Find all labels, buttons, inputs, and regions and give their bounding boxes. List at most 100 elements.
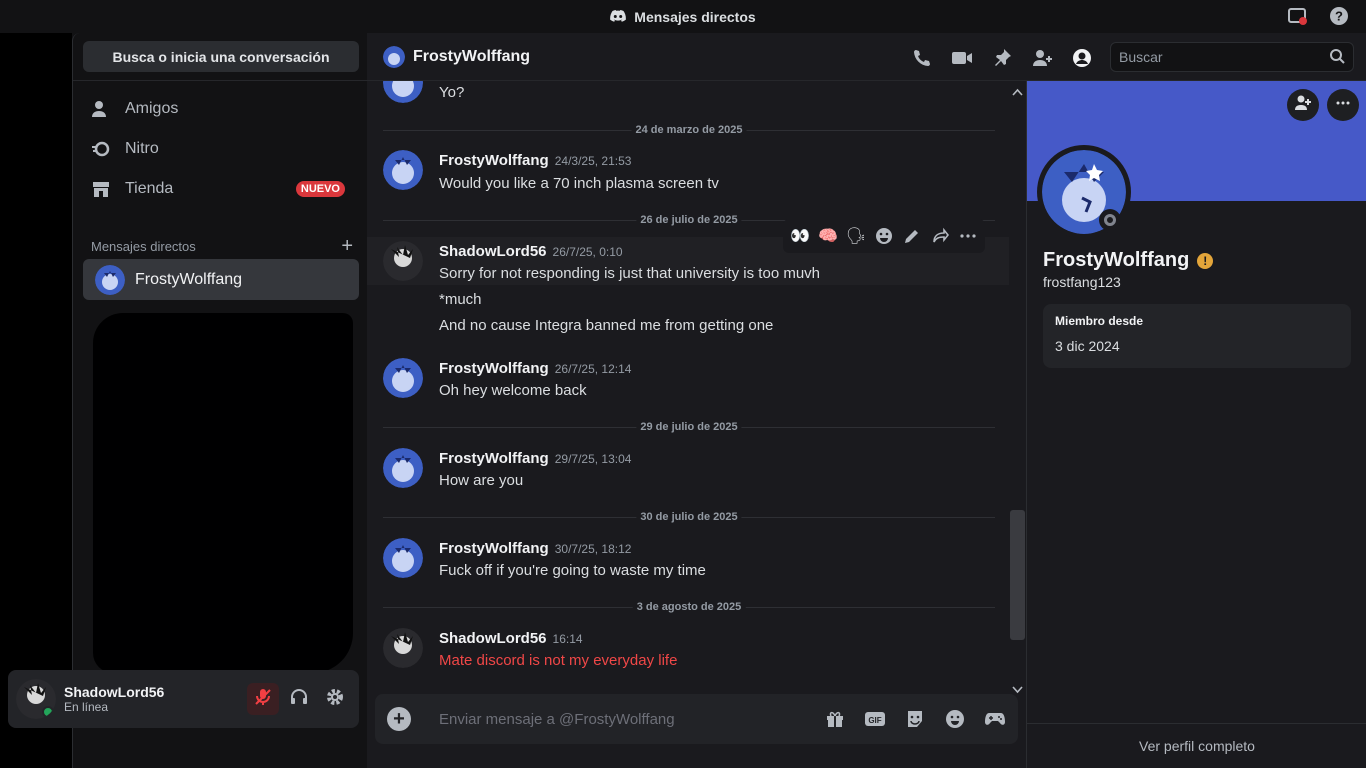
- sticker-icon[interactable]: [904, 708, 926, 730]
- forward-icon[interactable]: [929, 225, 951, 247]
- add-friend-button[interactable]: [1287, 89, 1319, 121]
- sidebar-item-label: Nitro: [125, 140, 159, 157]
- edit-pencil-icon[interactable]: [901, 225, 923, 247]
- username-label: ShadowLord56: [64, 684, 165, 700]
- message-text: Yo?: [439, 84, 465, 101]
- avatar[interactable]: [383, 150, 423, 190]
- sidebar-item-shop[interactable]: Tienda NUEVO: [83, 169, 359, 209]
- author-name: ShadowLord56: [439, 630, 547, 647]
- chat-header: FrostyWolffang Buscar: [367, 33, 1366, 81]
- create-dm-plus-icon[interactable]: +: [341, 235, 353, 258]
- reaction-brain-icon[interactable]: 🧠: [817, 225, 839, 247]
- emoji-icon[interactable]: [944, 708, 966, 730]
- header-avatar: [383, 45, 405, 68]
- message-text: Would you like a 70 inch plasma screen t…: [439, 175, 719, 192]
- chat-header-name[interactable]: FrostyWolffang: [413, 48, 530, 66]
- message: FrostyWolffang 29/7/25, 13:04 How are you: [367, 447, 1009, 497]
- warning-icon[interactable]: !: [1197, 252, 1214, 269]
- member-since-value: 3 dic 2024: [1055, 338, 1120, 354]
- message-author[interactable]: FrostyWolffang 24/3/25, 21:53: [439, 152, 631, 169]
- reaction-eyes-icon[interactable]: 👀: [789, 225, 811, 247]
- view-full-profile-button[interactable]: Ver perfil completo: [1027, 723, 1366, 768]
- avatar[interactable]: [383, 628, 423, 668]
- user-status-label: En línea: [64, 700, 109, 714]
- scrollbar-thumb[interactable]: [1010, 510, 1025, 640]
- profile-username: frostfang123: [1043, 274, 1121, 290]
- message-timestamp: 26/7/25, 0:10: [552, 245, 623, 259]
- svg-text:GIF: GIF: [868, 716, 881, 725]
- date-separator: 30 de julio de 2025: [383, 511, 995, 523]
- message-author[interactable]: ShadowLord56 26/7/25, 0:10: [439, 243, 623, 260]
- message-timestamp: 26/7/25, 12:14: [554, 362, 632, 376]
- avatar[interactable]: [383, 448, 423, 488]
- add-attachment-icon[interactable]: +: [387, 707, 411, 731]
- composer-placeholder: Enviar mensaje a @FrostyWolffang: [439, 710, 675, 728]
- help-icon[interactable]: ?: [1328, 5, 1350, 27]
- gif-icon[interactable]: GIF: [864, 708, 886, 730]
- author-name: FrostyWolffang: [439, 450, 549, 467]
- user-avatar[interactable]: [16, 679, 56, 719]
- message-composer[interactable]: + Enviar mensaje a @FrostyWolffang GIF: [375, 694, 1018, 744]
- profile-more-button[interactable]: [1327, 89, 1359, 121]
- message-author[interactable]: FrostyWolffang 30/7/25, 18:12: [439, 540, 631, 557]
- avatar: [383, 81, 423, 103]
- svg-text:?: ?: [1335, 9, 1343, 24]
- sidebar-item-friends[interactable]: Amigos: [83, 89, 359, 129]
- title-bar: Mensajes directos ?: [0, 0, 1366, 33]
- search-icon: [1329, 48, 1345, 67]
- message-text: *much: [439, 291, 482, 308]
- message: ShadowLord56 16:14 Mate discord is not my…: [367, 627, 1009, 677]
- new-badge: NUEVO: [295, 181, 345, 197]
- window-title: Mensajes directos: [610, 9, 756, 25]
- activities-gamepad-icon[interactable]: [984, 708, 1006, 730]
- pin-icon[interactable]: [990, 46, 1014, 70]
- deafen-button[interactable]: [283, 683, 315, 715]
- member-since-box: Miembro desde 3 dic 2024: [1043, 304, 1351, 368]
- message-timestamp: 16:14: [552, 632, 583, 646]
- mute-microphone-button[interactable]: [247, 683, 279, 715]
- author-name: FrostyWolffang: [439, 360, 549, 377]
- message-author[interactable]: FrostyWolffang 26/7/25, 12:14: [439, 360, 631, 377]
- conversation-search-button[interactable]: Busca o inicia una conversación: [83, 41, 359, 72]
- video-call-icon[interactable]: [950, 46, 974, 70]
- avatar[interactable]: [383, 358, 423, 398]
- author-name: ShadowLord56: [439, 243, 547, 260]
- dm-header-label: Mensajes directos: [91, 239, 196, 254]
- message-text: Mate discord is not my everyday life: [439, 652, 678, 669]
- message-author[interactable]: ShadowLord56 16:14: [439, 630, 583, 647]
- author-name: FrostyWolffang: [439, 540, 549, 557]
- avatar[interactable]: [383, 538, 423, 578]
- add-friend-to-dm-icon[interactable]: [1030, 46, 1054, 70]
- search-input[interactable]: Buscar: [1110, 42, 1354, 72]
- inbox-icon[interactable]: [1286, 5, 1308, 27]
- message-author[interactable]: FrostyWolffang 29/7/25, 13:04: [439, 450, 631, 467]
- message-text: Sorry for not responding is just that un…: [439, 265, 821, 282]
- date-separator-label: 26 de julio de 2025: [636, 214, 742, 226]
- avatar[interactable]: [383, 241, 423, 281]
- user-settings-button[interactable]: [319, 683, 351, 715]
- message-continuation: And no cause Integra banned me from gett…: [367, 311, 1009, 337]
- discord-logo-icon: [610, 9, 627, 25]
- reaction-speaking-head-icon[interactable]: 🗣: [845, 225, 867, 247]
- add-friend-icon: [1294, 94, 1312, 117]
- sidebar-item-label: Amigos: [125, 100, 179, 117]
- dm-item-frostywolffang[interactable]: FrostyWolffang: [83, 259, 359, 300]
- date-separator-label: 3 de agosto de 2025: [632, 601, 746, 613]
- nitro-icon: [91, 139, 111, 159]
- date-separator: 29 de julio de 2025: [383, 421, 995, 433]
- more-options-icon: [1335, 95, 1351, 116]
- message-list: Yo? 24 de marzo de 2025 FrostyWolffang 24…: [367, 81, 1009, 691]
- profile-display-name: FrostyWolffang !: [1043, 249, 1214, 272]
- user-profile-toggle-icon[interactable]: [1070, 46, 1094, 70]
- more-options-icon[interactable]: [957, 225, 979, 247]
- date-separator: 3 de agosto de 2025: [383, 601, 995, 613]
- voice-call-icon[interactable]: [910, 46, 934, 70]
- add-reaction-icon[interactable]: [873, 225, 895, 247]
- gift-icon[interactable]: [824, 708, 846, 730]
- sidebar-item-nitro[interactable]: Nitro: [83, 129, 359, 169]
- gear-icon: [325, 687, 345, 712]
- message-scrollbar[interactable]: [1009, 81, 1026, 694]
- date-separator-label: 24 de marzo de 2025: [631, 124, 747, 136]
- scroll-up-chevron-icon[interactable]: [1012, 83, 1023, 101]
- message-text: How are you: [439, 472, 524, 489]
